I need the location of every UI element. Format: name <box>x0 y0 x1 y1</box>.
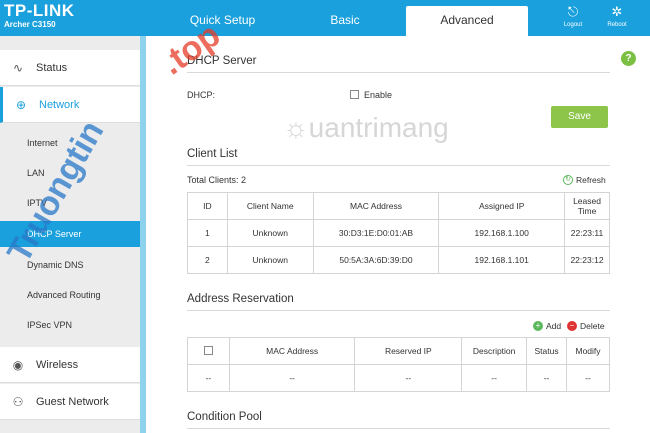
cell-id: 1 <box>187 219 228 247</box>
section-divider <box>187 72 610 73</box>
sidebar-scrollbar[interactable] <box>140 36 146 433</box>
logout-button[interactable]: ⎋ Logout <box>553 4 593 28</box>
cell-leased: 22:23:12 <box>564 246 610 274</box>
sidebar-item-label: Network <box>39 98 80 111</box>
table-row: -- -- -- -- -- -- <box>187 364 610 392</box>
refresh-button[interactable]: ↻ Refresh <box>563 175 606 185</box>
refresh-icon: ↻ <box>563 175 573 185</box>
sidebar-item-status[interactable]: ∿ Status <box>0 50 140 86</box>
cell-id: 2 <box>187 246 228 274</box>
cell-client-name: Unknown <box>226 246 314 274</box>
cell-mac: 30:D3:1E:D0:01:AB <box>312 219 440 247</box>
minus-icon: − <box>567 321 577 331</box>
section-divider <box>187 428 610 429</box>
table-header-row: ID Client Name MAC Address Assigned IP L… <box>187 192 610 220</box>
section-title-address-reservation: Address Reservation <box>187 293 294 305</box>
sidebar-item-network[interactable]: ⊕ Network <box>0 87 140 123</box>
model-name: Archer C3150 <box>4 20 56 29</box>
status-icon: ∿ <box>12 60 24 75</box>
col-description: Description <box>461 337 528 365</box>
col-modify: Modify <box>566 337 610 365</box>
dhcp-label: DHCP: <box>187 90 216 100</box>
cell-mac: 50:5A:3A:6D:39:D0 <box>312 246 440 274</box>
cell-empty: -- <box>354 364 463 392</box>
top-header: TP-LINK Archer C3150 Quick Setup Basic A… <box>0 0 650 36</box>
wireless-icon: ◉ <box>12 357 24 372</box>
address-reservation-table: MAC Address Reserved IP Description Stat… <box>187 337 610 392</box>
reboot-label: Reboot <box>607 22 627 28</box>
globe-icon: ⊕ <box>15 97 27 112</box>
select-all-checkbox[interactable] <box>203 345 213 355</box>
col-mac-address: MAC Address <box>312 192 440 220</box>
cell-ip: 192.168.1.100 <box>438 219 566 247</box>
dhcp-enable-checkbox[interactable] <box>350 90 359 99</box>
sidebar-item-ipsec-vpn[interactable]: IPSec VPN <box>0 312 140 338</box>
add-button[interactable]: + Add <box>533 321 561 331</box>
brand-logo: TP-LINK Archer C3150 <box>4 2 75 30</box>
bulb-icon: ☼ <box>283 112 309 143</box>
col-status: Status <box>526 337 568 365</box>
logout-label: Logout <box>563 22 583 28</box>
section-title-client-list: Client List <box>187 148 238 160</box>
cell-client-name: Unknown <box>226 219 314 247</box>
col-assigned-ip: Assigned IP <box>438 192 566 220</box>
dhcp-enable-label: Enable <box>364 90 393 100</box>
refresh-label: Refresh <box>576 175 606 185</box>
cell-empty: -- <box>566 364 610 392</box>
watermark-center-text: uantrimang <box>308 112 449 143</box>
col-client-name: Client Name <box>226 192 314 220</box>
cell-ip: 192.168.1.101 <box>438 246 566 274</box>
tab-advanced[interactable]: Advanced <box>406 6 528 36</box>
sidebar-item-label: Wireless <box>36 358 79 371</box>
sidebar-item-advanced-routing[interactable]: Advanced Routing <box>0 282 140 308</box>
col-id: ID <box>187 192 228 220</box>
table-header-row: MAC Address Reserved IP Description Stat… <box>187 337 610 365</box>
cell-empty: -- <box>526 364 568 392</box>
section-divider <box>187 310 610 311</box>
total-clients: Total Clients: 2 <box>187 175 247 185</box>
section-title-condition-pool: Condition Pool <box>187 411 262 423</box>
plus-icon: + <box>533 321 543 331</box>
cell-leased: 22:23:11 <box>564 219 610 247</box>
help-icon[interactable]: ? <box>621 51 636 66</box>
reboot-button[interactable]: ✲ Reboot <box>597 4 637 28</box>
col-leased-time: Leased Time <box>564 192 610 220</box>
logout-icon: ⎋ <box>567 4 579 19</box>
client-list-table: ID Client Name MAC Address Assigned IP L… <box>187 192 610 274</box>
tab-basic[interactable]: Basic <box>300 6 390 36</box>
col-reserved-ip: Reserved IP <box>354 337 463 365</box>
sidebar-item-label: Status <box>36 61 68 74</box>
cell-empty: -- <box>461 364 528 392</box>
sidebar-item-label: Guest Network <box>36 395 109 408</box>
delete-button[interactable]: − Delete <box>567 321 605 331</box>
save-button[interactable]: Save <box>551 106 608 128</box>
table-row: 2 Unknown 50:5A:3A:6D:39:D0 192.168.1.10… <box>187 246 610 274</box>
logo-text: TP-LINK <box>4 1 75 20</box>
sidebar-item-guest-network[interactable]: ⚇ Guest Network <box>0 384 140 420</box>
col-mac-address: MAC Address <box>228 337 356 365</box>
watermark-center: ☼uantrimang <box>283 112 449 144</box>
table-row: 1 Unknown 30:D3:1E:D0:01:AB 192.168.1.10… <box>187 219 610 247</box>
add-label: Add <box>546 321 562 331</box>
sidebar-item-wireless[interactable]: ◉ Wireless <box>0 347 140 383</box>
users-icon: ⚇ <box>12 394 24 409</box>
section-divider <box>187 165 610 166</box>
reboot-icon: ✲ <box>611 4 623 19</box>
delete-label: Delete <box>580 321 605 331</box>
cell-empty: -- <box>187 364 230 392</box>
cell-empty: -- <box>228 364 356 392</box>
col-select <box>187 337 230 365</box>
